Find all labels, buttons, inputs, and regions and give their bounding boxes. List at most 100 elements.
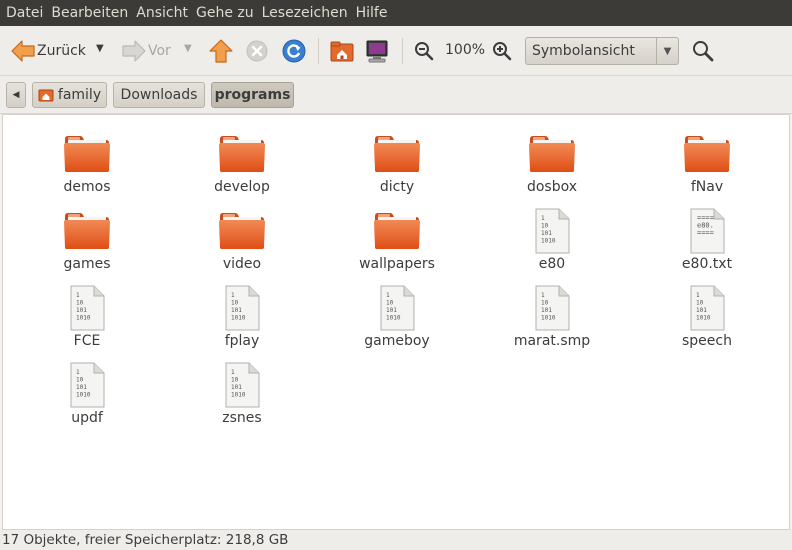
search-button[interactable] — [692, 40, 714, 62]
binary-file-icon: 1 10 101 1010 — [689, 284, 725, 332]
folder-item[interactable]: develop — [177, 130, 307, 196]
file-name-label: updf — [71, 410, 103, 426]
folder-icon — [528, 130, 576, 178]
up-arrow-icon — [209, 39, 233, 63]
file-name-label: zsnes — [222, 410, 262, 426]
svg-text:101: 101 — [541, 307, 552, 314]
back-label: Zurück — [37, 43, 86, 59]
file-item[interactable]: 1 10 101 1010 updf — [22, 361, 152, 427]
file-name-label: demos — [63, 179, 111, 195]
folder-item[interactable]: wallpapers — [332, 207, 462, 273]
home-button[interactable] — [329, 38, 355, 64]
folder-icon — [218, 130, 266, 178]
home-folder-icon — [38, 89, 54, 102]
svg-text:10: 10 — [76, 377, 84, 384]
file-item[interactable]: 1 10 101 1010 e80 — [487, 207, 617, 273]
path-scroll-left-button[interactable]: ◀ — [6, 82, 26, 108]
forward-button[interactable]: Vor — [121, 39, 171, 63]
binary-file-icon: 1 10 101 1010 — [534, 207, 570, 255]
svg-text:1: 1 — [231, 369, 235, 376]
svg-text:1: 1 — [696, 292, 700, 299]
svg-text:101: 101 — [231, 384, 242, 391]
svg-text:101: 101 — [76, 384, 87, 391]
view-mode-select[interactable]: Symbolansicht ▼ — [525, 37, 679, 65]
toolbar-separator — [402, 38, 403, 64]
file-name-label: e80.txt — [681, 256, 733, 272]
file-name-label: develop — [214, 179, 270, 195]
file-item[interactable]: 1 10 101 1010 zsnes — [177, 361, 307, 427]
home-folder-icon — [330, 41, 354, 62]
zoom-out-button[interactable] — [414, 41, 434, 61]
svg-text:10: 10 — [76, 300, 84, 307]
folder-item[interactable]: dosbox — [487, 130, 617, 196]
file-item[interactable]: 1 10 101 1010 gameboy — [332, 284, 462, 350]
stop-icon — [246, 40, 268, 62]
file-name-label: fplay — [224, 333, 260, 349]
zoom-level-label: 100% — [445, 42, 486, 58]
file-name-label: speech — [682, 333, 732, 349]
back-button[interactable]: Zurück — [10, 39, 86, 63]
breadcrumb-label: programs — [214, 87, 291, 103]
chevron-down-icon: ▼ — [184, 43, 192, 54]
svg-text:10: 10 — [541, 300, 549, 307]
file-view[interactable]: demos develop dicty dosbox fNav games video wal… — [2, 114, 790, 530]
up-button[interactable] — [208, 38, 234, 64]
svg-text:101: 101 — [696, 307, 707, 314]
file-name-label: video — [222, 256, 262, 272]
status-text: 17 Objekte, freier Speicherplatz: 218,8 … — [2, 532, 289, 548]
file-item[interactable]: 1 10 101 1010 FCE — [22, 284, 152, 350]
file-name-label: dosbox — [526, 179, 578, 195]
menu-file[interactable]: Datei — [2, 0, 47, 26]
breadcrumb-programs[interactable]: programs — [211, 82, 294, 108]
file-name-label: marat.smp — [513, 333, 591, 349]
toolbar: Zurück ▼ Vor ▼ 100% Symbolansicht ▼ — [0, 26, 792, 76]
svg-text:1: 1 — [76, 369, 80, 376]
folder-item[interactable]: video — [177, 207, 307, 273]
reload-button[interactable] — [282, 39, 306, 63]
folder-item[interactable]: demos — [22, 130, 152, 196]
folder-icon — [63, 207, 111, 255]
chevron-left-icon: ◀ — [12, 90, 20, 100]
stop-button[interactable] — [246, 40, 268, 62]
zoom-in-button[interactable] — [492, 41, 512, 61]
svg-text:10: 10 — [231, 300, 239, 307]
folder-icon — [373, 207, 421, 255]
menu-help[interactable]: Hilfe — [352, 0, 392, 26]
folder-item[interactable]: fNav — [642, 130, 772, 196]
folder-item[interactable]: dicty — [332, 130, 462, 196]
folder-item[interactable]: games — [22, 207, 152, 273]
zoom-level[interactable]: 100% — [445, 42, 485, 58]
breadcrumb-family[interactable]: family — [32, 82, 107, 108]
breadcrumb-label: Downloads — [120, 87, 198, 103]
svg-text:10: 10 — [231, 377, 239, 384]
path-bar: ◀ family Downloads programs — [0, 76, 792, 114]
folder-icon — [63, 130, 111, 178]
computer-button[interactable] — [364, 38, 390, 64]
file-item[interactable]: 1 10 101 1010 fplay — [177, 284, 307, 350]
binary-file-icon: 1 10 101 1010 — [379, 284, 415, 332]
svg-text:10: 10 — [541, 223, 549, 230]
menu-view[interactable]: Ansicht — [132, 0, 192, 26]
menubar: Datei Bearbeiten Ansicht Gehe zu Lesezei… — [0, 0, 792, 26]
back-history-dropdown[interactable]: ▼ — [96, 43, 104, 54]
chevron-down-icon: ▼ — [96, 43, 104, 54]
breadcrumb-downloads[interactable]: Downloads — [113, 82, 205, 108]
zoom-out-icon — [415, 42, 434, 61]
svg-text:1: 1 — [76, 292, 80, 299]
forward-history-dropdown[interactable]: ▼ — [184, 43, 192, 54]
svg-text:1: 1 — [541, 292, 545, 299]
file-item[interactable]: ==== e80. ==== e80.txt — [642, 207, 772, 273]
svg-text:1010: 1010 — [386, 315, 401, 322]
svg-text:====: ==== — [697, 229, 714, 237]
menu-bookmarks[interactable]: Lesezeichen — [258, 0, 352, 26]
file-item[interactable]: 1 10 101 1010 speech — [642, 284, 772, 350]
binary-file-icon: 1 10 101 1010 — [534, 284, 570, 332]
status-bar: 17 Objekte, freier Speicherplatz: 218,8 … — [0, 530, 792, 550]
menu-go[interactable]: Gehe zu — [192, 0, 258, 26]
menu-edit[interactable]: Bearbeiten — [47, 0, 132, 26]
svg-text:1010: 1010 — [76, 392, 91, 399]
file-item[interactable]: 1 10 101 1010 marat.smp — [487, 284, 617, 350]
file-name-label: FCE — [73, 333, 101, 349]
forward-arrow-icon — [122, 40, 146, 62]
forward-label: Vor — [148, 43, 171, 59]
